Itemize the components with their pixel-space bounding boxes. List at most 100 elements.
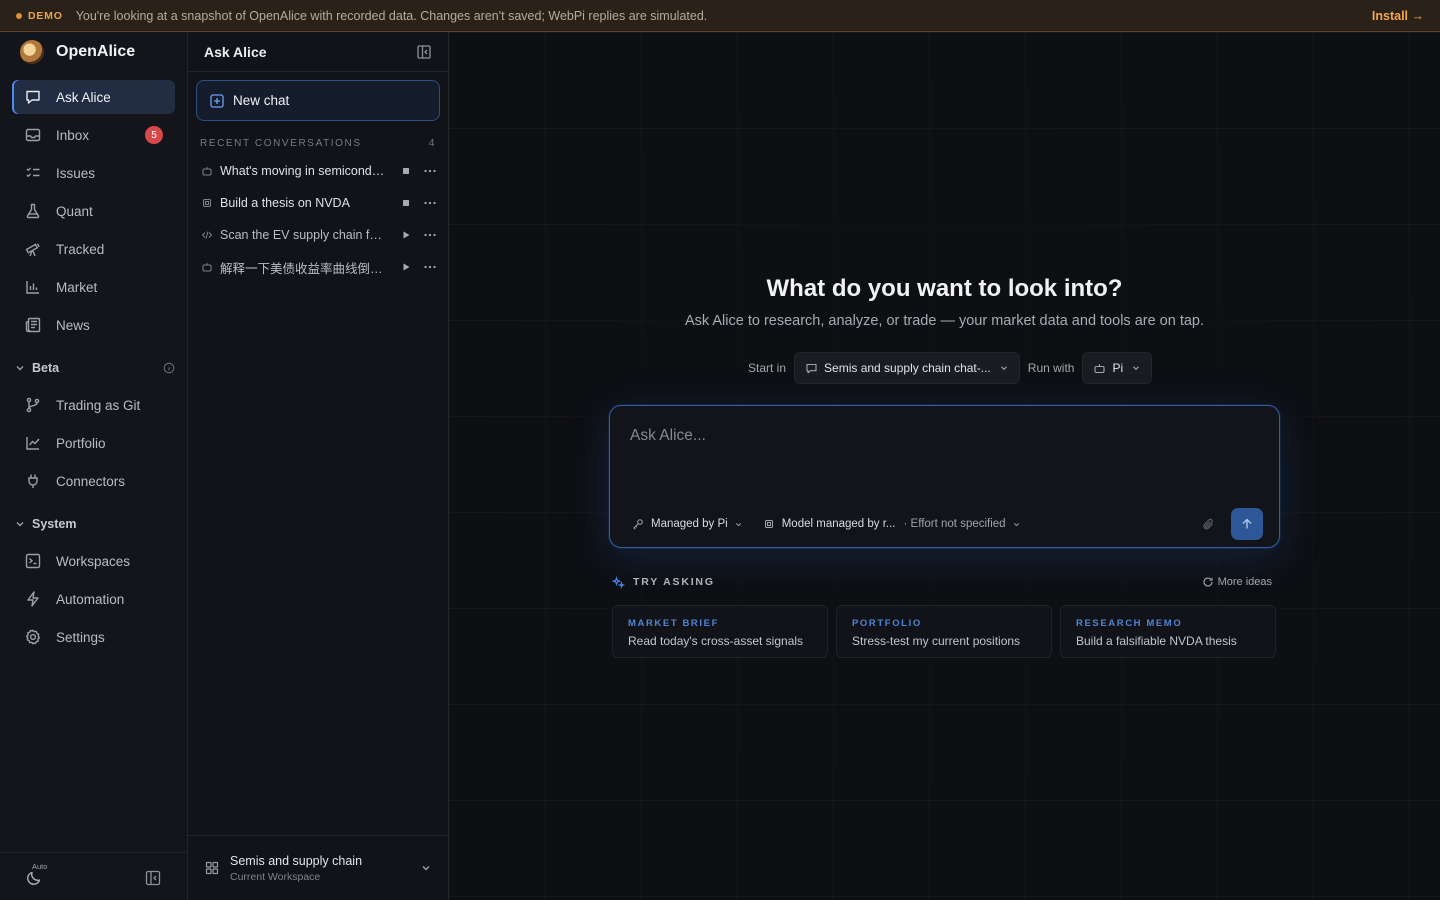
conversation-item[interactable]: What's moving in semiconductors today? — [188, 155, 448, 187]
new-chat-label: New chat — [233, 93, 290, 108]
app-name: OpenAlice — [56, 43, 136, 60]
stop-icon[interactable] — [400, 197, 412, 209]
more-ideas-label: More ideas — [1217, 576, 1272, 588]
conversation-list: What's moving in semiconductors today? B… — [188, 155, 448, 283]
chevron-down-icon — [1012, 520, 1021, 529]
nav-item-connectors[interactable]: Connectors — [12, 464, 175, 498]
nav-label: Automation — [56, 591, 125, 607]
nav-item-tracked[interactable]: Tracked — [12, 232, 175, 266]
play-icon[interactable] — [400, 261, 412, 273]
system-nav: Workspaces Automation Settings — [0, 544, 187, 654]
composer: Ask Alice... Managed by Pi Model managed… — [609, 405, 1280, 548]
nav-item-news[interactable]: News — [12, 308, 175, 342]
conversation-item[interactable]: 解释一下美债收益率曲线倒挂的含义 — [188, 251, 448, 283]
robot-icon — [201, 261, 213, 273]
brand[interactable]: OpenAlice — [0, 32, 187, 72]
page-subline: Ask Alice to research, analyze, or trade… — [684, 313, 1205, 329]
suggestion-label: Stress-test my current positions — [852, 634, 1021, 648]
collapse-panel-icon[interactable] — [416, 44, 432, 60]
conversation-title: Scan the EV supply chain for opportuniti… — [220, 228, 388, 242]
chat-bubble-icon — [24, 88, 42, 106]
collapse-sidebar-icon[interactable] — [144, 869, 162, 887]
composer-toolbar: Managed by Pi Model managed by r... · Ef… — [632, 508, 1263, 540]
nav-label: Workspaces — [56, 553, 131, 569]
model-select[interactable]: Model managed by r... — [782, 518, 896, 530]
nav-item-issues[interactable]: Issues — [12, 156, 175, 190]
suggestion-card[interactable]: RESEARCH MEMO Build a falsifiable NVDA t… — [1060, 605, 1276, 658]
nav-item-portfolio[interactable]: Portfolio — [12, 426, 175, 460]
nav-label: Ask Alice — [56, 89, 111, 105]
more-options-icon[interactable] — [422, 165, 438, 177]
stop-icon[interactable] — [400, 165, 412, 177]
more-options-icon[interactable] — [422, 197, 438, 209]
install-link[interactable]: Install → — [1372, 9, 1424, 23]
nav-item-market[interactable]: Market — [12, 270, 175, 304]
more-ideas-button[interactable]: More ideas — [1202, 576, 1272, 588]
arrow-up-icon — [1242, 518, 1252, 529]
chat-bubble-icon — [805, 362, 818, 375]
run-with-label: Run with — [1027, 361, 1075, 375]
more-options-icon[interactable] — [422, 261, 438, 273]
recent-label: RECENT CONVERSATIONS — [200, 137, 362, 149]
start-in-select[interactable]: Semis and supply chain chat-... — [794, 352, 1020, 384]
new-chat-button[interactable]: New chat — [196, 80, 440, 121]
section-system[interactable]: System — [0, 510, 187, 538]
conversation-item[interactable]: Build a thesis on NVDA — [188, 187, 448, 219]
nav-item-settings[interactable]: Settings — [12, 620, 175, 654]
chevron-down-icon — [1131, 363, 1141, 373]
more-options-icon[interactable] — [422, 229, 438, 241]
suggestion-kicker: RESEARCH MEMO — [1076, 618, 1183, 629]
nav-item-workspaces[interactable]: Workspaces — [12, 544, 175, 578]
nav-item-ask-alice[interactable]: Ask Alice — [12, 80, 175, 114]
effort-select[interactable]: · Effort not specified — [904, 518, 1006, 530]
nav-item-automation[interactable]: Automation — [12, 582, 175, 616]
run-with-select[interactable]: Pi — [1082, 352, 1153, 384]
suggestion-card[interactable]: PORTFOLIO Stress-test my current positio… — [836, 605, 1052, 658]
bar-chart-icon — [24, 278, 42, 296]
section-beta[interactable]: Beta — [0, 354, 187, 382]
demo-message: You're looking at a snapshot of OpenAlic… — [75, 8, 708, 23]
sidebar-footer: Auto — [0, 852, 187, 900]
nav-label: Issues — [56, 165, 96, 181]
inbox-count-badge: 5 — [145, 126, 163, 144]
nav-label: Trading as Git — [56, 397, 141, 413]
managed-by-select[interactable]: Managed by Pi — [651, 518, 728, 530]
chip-icon — [201, 197, 213, 209]
code-icon — [201, 229, 213, 241]
run-with-value: Pi — [1112, 361, 1124, 375]
sparkle-icon — [612, 575, 625, 589]
git-branch-icon — [24, 396, 42, 414]
nav-item-trading-as-git[interactable]: Trading as Git — [12, 388, 175, 422]
moon-icon[interactable] — [25, 869, 43, 887]
line-chart-icon — [24, 434, 42, 452]
try-asking-header: TRY ASKING More ideas — [612, 574, 1272, 590]
workspace-subtitle: Current Workspace — [230, 870, 321, 883]
refresh-icon — [1202, 576, 1214, 588]
page-headline: What do you want to look into? — [766, 275, 1123, 302]
send-button[interactable] — [1231, 508, 1263, 540]
conversation-item[interactable]: Scan the EV supply chain for opportuniti… — [188, 219, 448, 251]
chat-panel-title: Ask Alice — [204, 43, 267, 60]
recent-conversations-header: RECENT CONVERSATIONS 4 — [188, 135, 448, 151]
workspace-switcher[interactable]: Semis and supply chain Current Workspace — [188, 835, 448, 900]
session-controls: Start in Semis and supply chain chat-...… — [748, 352, 1153, 384]
plus-square-icon — [209, 93, 225, 109]
composer-input[interactable]: Ask Alice... — [630, 427, 706, 445]
conversation-title: Build a thesis on NVDA — [220, 196, 350, 210]
start-in-label: Start in — [748, 361, 787, 375]
nav-item-quant[interactable]: Quant — [12, 194, 175, 228]
nav-item-inbox[interactable]: Inbox 5 — [12, 118, 175, 152]
primary-nav: Ask Alice Inbox 5 Issues Quant Tracked M… — [0, 72, 187, 342]
grid-icon — [204, 860, 220, 876]
robot-icon — [1093, 362, 1106, 375]
play-icon[interactable] — [400, 229, 412, 241]
suggestion-card[interactable]: MARKET BRIEF Read today's cross-asset si… — [612, 605, 828, 658]
suggestion-label: Build a falsifiable NVDA thesis — [1076, 634, 1237, 648]
main-area: What do you want to look into? Ask Alice… — [449, 32, 1440, 900]
paperclip-icon[interactable] — [1201, 517, 1216, 532]
newspaper-icon — [24, 316, 42, 334]
recent-count: 4 — [428, 137, 436, 149]
app-logo — [20, 40, 44, 64]
info-icon[interactable] — [163, 362, 175, 374]
lightning-icon — [24, 590, 42, 608]
